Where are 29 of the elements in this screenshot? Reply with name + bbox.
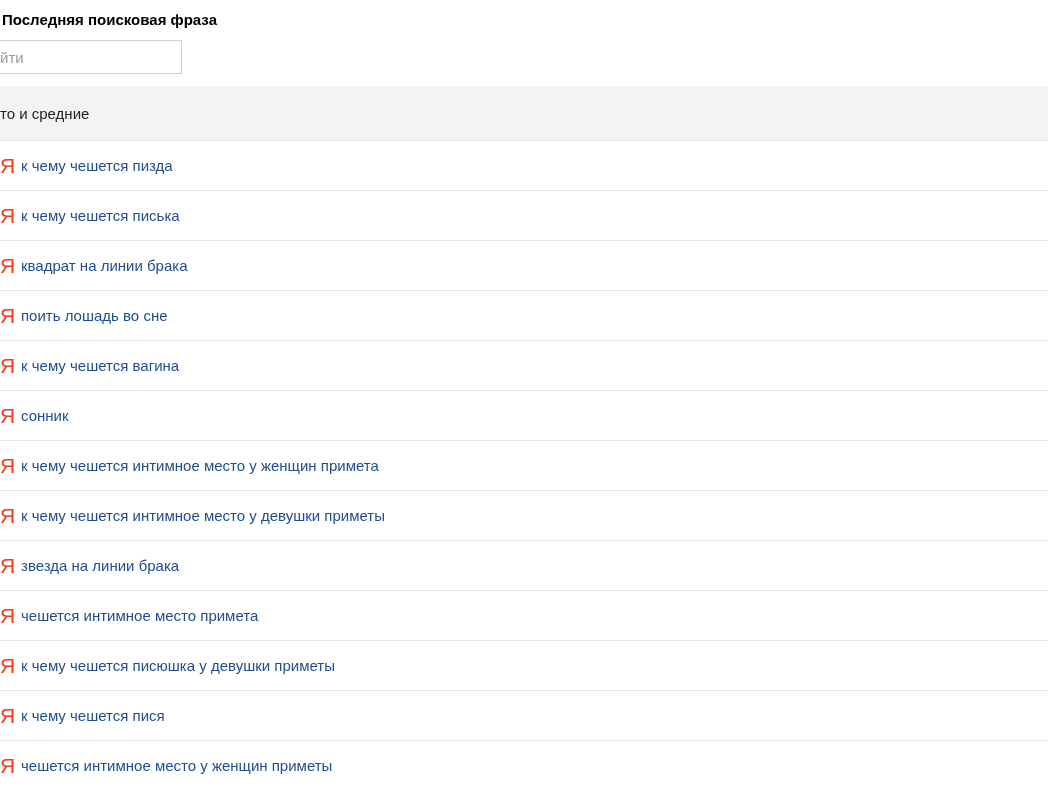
search-engine-logo: Я	[0, 205, 13, 226]
search-phrase-link[interactable]: квадрат на линии брака	[21, 257, 188, 274]
search-engine-logo: Я	[0, 555, 13, 576]
search-phrase-link[interactable]: к чему чешется интимное место у женщин примета	[21, 457, 379, 474]
search-engine-logo: Я	[0, 155, 13, 176]
search-engine-logo: Я	[0, 405, 13, 426]
search-phrase-link[interactable]: к чему чешется писька	[21, 207, 180, 224]
search-phrase-link[interactable]: к чему чешется пися	[21, 707, 165, 724]
search-engine-logo: Я	[0, 255, 13, 276]
search-phrase-link[interactable]: к чему чешется пизда	[21, 157, 173, 174]
search-engine-logo: Я	[0, 655, 13, 676]
search-phrase-link[interactable]: чешется интимное место примета	[21, 607, 259, 624]
search-phrase-link[interactable]: поить лошадь во сне	[21, 307, 168, 324]
search-phrase-link[interactable]: сонник	[21, 407, 69, 424]
search-engine-logo: Я	[0, 455, 13, 476]
search-phrase-link[interactable]: звезда на линии брака	[21, 557, 180, 574]
search-engine-logo: Я	[0, 705, 13, 726]
search-engine-logo: Я	[0, 305, 13, 326]
search-field[interactable]: йти	[0, 40, 182, 74]
search-engine-logo: Я	[0, 605, 13, 626]
search-engine-logo: Я	[0, 505, 13, 526]
search-phrase-link[interactable]: к чему чешется интимное место у девушки приметы	[21, 507, 385, 524]
search-phrase-link[interactable]: к чему чешется писюшка у девушки приметы	[21, 657, 335, 674]
search-phrase-link[interactable]: чешется интимное место у женщин приметы	[21, 757, 333, 774]
column-title: Последняя поисковая фраза	[1, 10, 218, 30]
search-engine-logo: Я	[0, 755, 13, 776]
search-engine-logo: Я	[0, 355, 13, 376]
search-phrase-link[interactable]: к чему чешется вагина	[21, 357, 180, 374]
header-label: то и средние	[0, 104, 90, 122]
